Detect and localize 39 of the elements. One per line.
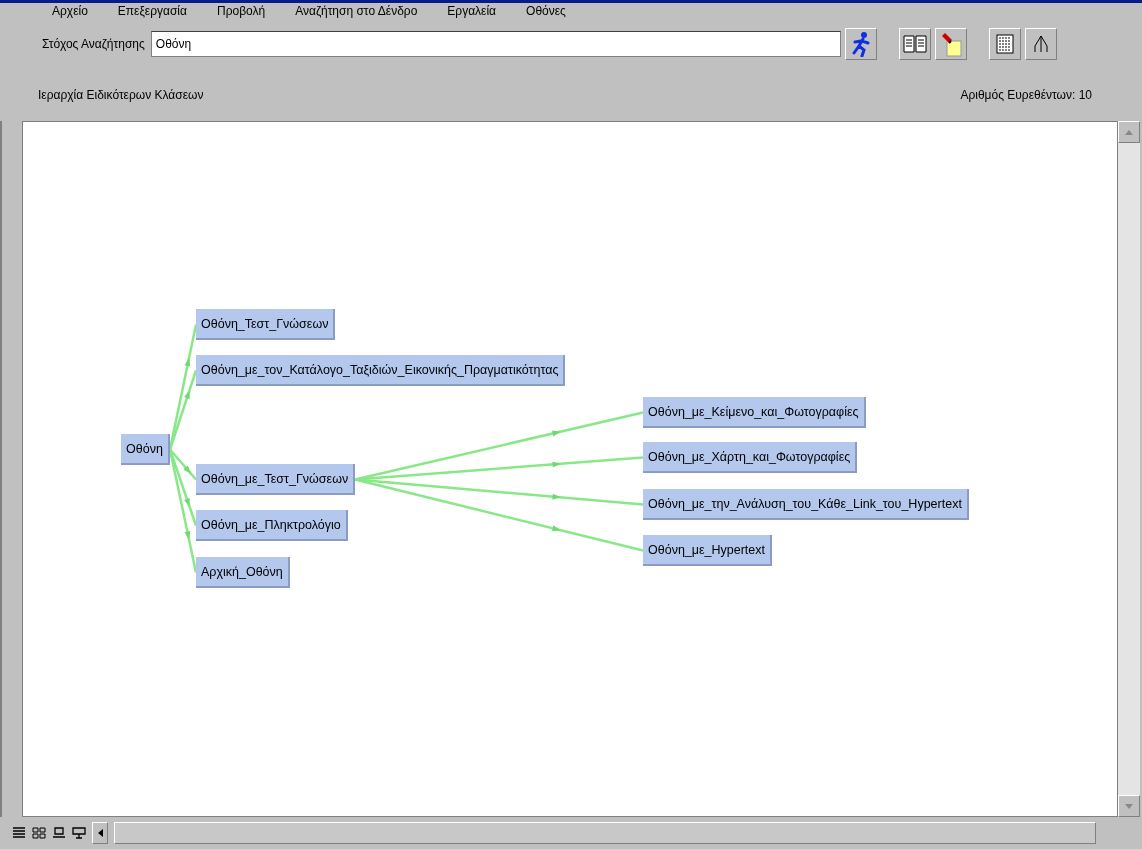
tree-node[interactable]: Οθόνη_με_Χάρτη_και_Φωτογραφίες bbox=[643, 442, 858, 473]
tree-node[interactable]: Οθόνη_Τεστ_Γνώσεων bbox=[196, 309, 336, 340]
scroll-down-button[interactable] bbox=[1118, 795, 1140, 817]
book-button[interactable] bbox=[898, 28, 931, 60]
list-view-icon[interactable] bbox=[12, 827, 26, 839]
flashlight-button[interactable] bbox=[934, 28, 967, 60]
up-arrow-icon bbox=[1125, 129, 1133, 135]
vertical-scrollbar[interactable] bbox=[1118, 121, 1140, 817]
results-count: Αριθμός Ευρεθέντων: 10 bbox=[960, 88, 1092, 102]
book-icon bbox=[902, 33, 927, 55]
tree-node[interactable]: Οθόνη_με_Τεστ_Γνώσεων bbox=[196, 464, 356, 495]
monitor-view-icon[interactable] bbox=[52, 827, 66, 839]
menu-item[interactable]: Αρχείο bbox=[52, 3, 88, 19]
menu-item[interactable]: Επεξεργασία bbox=[117, 3, 187, 19]
hierarchy-title: Ιεραρχία Ειδικότερων Κλάσεων bbox=[38, 88, 204, 102]
down-arrow-icon bbox=[1125, 803, 1133, 809]
presentation-view-icon[interactable] bbox=[72, 827, 86, 839]
menu-item[interactable]: Οθόνες bbox=[526, 3, 566, 19]
search-field[interactable]: Οθόνη bbox=[150, 31, 841, 57]
scroll-up-button[interactable] bbox=[1118, 121, 1140, 143]
tree-node[interactable]: Αρχική_Οθόνη bbox=[196, 557, 290, 588]
run-button[interactable] bbox=[844, 28, 877, 60]
tree-node[interactable]: Οθόνη bbox=[121, 434, 170, 465]
tree-node[interactable]: Οθόνη_με_τον_Κατάλογο_Ταξιδιών_Εικονικής_Πραγματικότητας bbox=[196, 355, 566, 386]
hierarchy-button[interactable] bbox=[1024, 28, 1057, 60]
menu-item[interactable]: Αναζήτηση στο Δένδρο bbox=[295, 3, 418, 19]
grid-view-icon[interactable] bbox=[32, 827, 46, 839]
tree-node[interactable]: Οθόνη_με_Πληκτρολόγιο bbox=[196, 510, 348, 541]
grid-button[interactable] bbox=[988, 28, 1021, 60]
tree-node[interactable]: Οθόνη_με_Κείμενο_και_Φωτογραφίες bbox=[643, 397, 866, 428]
scroll-left-button[interactable] bbox=[92, 822, 108, 844]
horizontal-scrollbar[interactable] bbox=[114, 822, 1096, 844]
menu-item[interactable]: Εργαλεία bbox=[447, 3, 497, 19]
grid-icon bbox=[995, 34, 1014, 54]
search-label: Στόχος Αναζήτησης bbox=[42, 37, 145, 51]
tree-node[interactable]: Οθόνη_με_την_Ανάλυση_του_Κάθε_Link_του_Hypertext bbox=[643, 489, 969, 520]
left-arrow-icon bbox=[97, 829, 103, 837]
menu-item[interactable]: Προβολή bbox=[216, 3, 266, 19]
tree-node[interactable]: Οθόνη_με_Hypertext bbox=[643, 535, 772, 566]
